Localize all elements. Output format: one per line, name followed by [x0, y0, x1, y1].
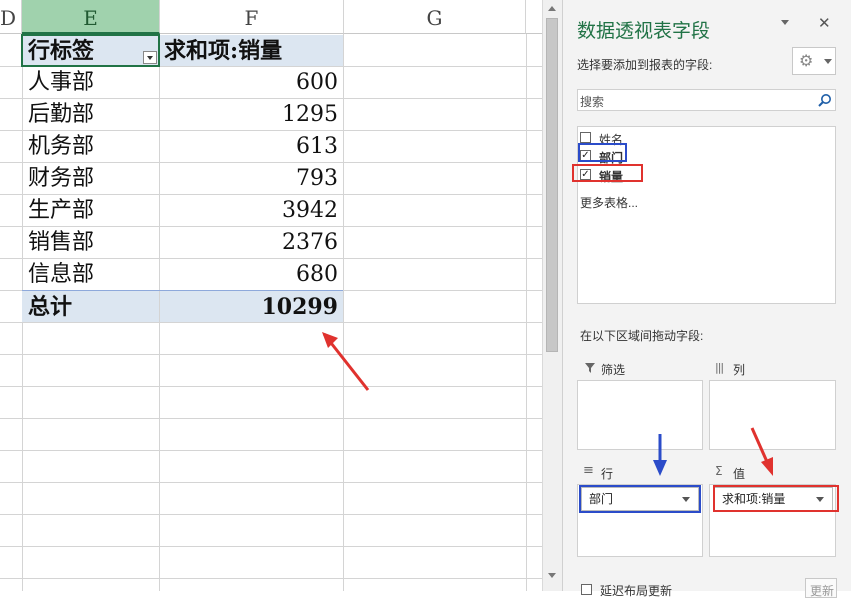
pivot-total-label[interactable]: 总计 — [22, 291, 159, 322]
gridline — [526, 34, 527, 591]
area-label: 行 — [601, 467, 614, 481]
pivot-field-pane: 数据透视表字段 ✕ 选择要添加到报表的字段: ⚙ 搜索 姓名 ✓ 部门 ✓ 销量… — [562, 0, 851, 598]
column-label: D — [0, 6, 17, 30]
pivot-row-label[interactable]: 财务部 — [22, 163, 159, 194]
gear-icon: ⚙ — [799, 51, 814, 70]
column-label: E — [83, 6, 98, 30]
field-search-input[interactable]: 搜索 — [577, 89, 836, 111]
scroll-thumb[interactable] — [546, 18, 558, 352]
search-placeholder: 搜索 — [580, 95, 605, 109]
filter-icon — [585, 363, 595, 373]
scroll-down-icon[interactable] — [548, 573, 556, 578]
drag-fields-label: 在以下区域间拖动字段: — [580, 329, 704, 343]
area-columns-header: ||| 列 — [709, 358, 836, 379]
blue-highlight-box — [578, 143, 627, 162]
area-filter-header: 筛选 — [577, 358, 703, 379]
column-header-g[interactable]: G — [344, 0, 526, 34]
chevron-down-icon — [824, 59, 832, 64]
pivot-row-value[interactable]: 2376 — [160, 227, 343, 258]
pane-options-dropdown-icon[interactable] — [781, 20, 789, 25]
column-label: G — [426, 6, 443, 30]
gridline — [0, 354, 542, 355]
column-header-d[interactable]: D — [0, 0, 22, 34]
red-highlight-box — [713, 485, 839, 512]
pivot-total-value[interactable]: 10299 — [160, 291, 343, 322]
red-arrow-annotation — [750, 427, 773, 476]
pivot-row-value[interactable]: 3942 — [160, 195, 343, 226]
pivot-row-label[interactable]: 后勤部 — [22, 99, 159, 130]
column-label: F — [244, 6, 259, 30]
pivot-row-value[interactable]: 680 — [160, 259, 343, 290]
column-header-next[interactable] — [526, 0, 542, 34]
pivot-row-label[interactable]: 人事部 — [22, 67, 159, 98]
checkbox-unchecked[interactable] — [580, 132, 591, 143]
update-button[interactable]: 更新 — [805, 578, 837, 598]
columns-icon: ||| — [715, 361, 724, 374]
area-label: 值 — [733, 467, 746, 481]
rows-icon: ≡ — [583, 463, 594, 478]
area-label: 筛选 — [601, 363, 626, 377]
pivot-row-value[interactable]: 793 — [160, 163, 343, 194]
pane-title: 数据透视表字段 — [577, 21, 711, 42]
gridline — [0, 578, 542, 579]
search-icon[interactable] — [818, 93, 832, 107]
defer-update-row[interactable]: 延迟布局更新 — [581, 583, 701, 598]
gridline — [0, 418, 542, 419]
pivot-row-label[interactable]: 信息部 — [22, 259, 159, 290]
red-highlight-box — [572, 164, 643, 182]
close-icon[interactable]: ✕ — [818, 14, 831, 32]
gridline — [0, 322, 542, 323]
blue-highlight-box — [579, 485, 701, 513]
active-cell-outline — [21, 34, 160, 67]
gridline — [0, 450, 542, 451]
tools-button[interactable]: ⚙ — [792, 47, 836, 75]
pivot-row-label[interactable]: 销售部 — [22, 227, 159, 258]
gridline — [343, 34, 344, 591]
area-label: 列 — [733, 363, 746, 377]
red-arrow-annotation — [322, 332, 370, 391]
pivot-row-label[interactable]: 机务部 — [22, 131, 159, 162]
pivot-value-header-label: 求和项:销量 — [164, 38, 283, 64]
pivot-row-value[interactable]: 600 — [160, 67, 343, 98]
gridline — [0, 514, 542, 515]
sigma-icon: Σ — [715, 464, 723, 478]
pivot-row-label[interactable]: 生产部 — [22, 195, 159, 226]
scroll-up-icon[interactable] — [548, 6, 556, 11]
pivot-row-value[interactable]: 1295 — [160, 99, 343, 130]
more-tables-link[interactable]: 更多表格... — [580, 194, 638, 211]
gridline — [0, 482, 542, 483]
pivot-row-value[interactable]: 613 — [160, 131, 343, 162]
gridline — [0, 386, 542, 387]
choose-fields-label: 选择要添加到报表的字段: — [577, 58, 713, 72]
gridline — [0, 546, 542, 547]
area-rows-header: ≡ 行 — [577, 462, 703, 483]
area-filter-dropzone[interactable] — [577, 380, 703, 450]
spreadsheet-grid[interactable]: D E F G 行标签 求和项:销量 人事部 600 后勤部 1295 机务部 … — [0, 0, 542, 591]
pivot-value-header-cell[interactable]: 求和项:销量 — [160, 35, 343, 66]
checkbox-unchecked[interactable] — [581, 584, 592, 595]
column-header-e[interactable]: E — [22, 0, 160, 34]
blue-arrow-annotation — [653, 434, 667, 476]
column-header-f[interactable]: F — [160, 0, 344, 34]
vertical-scrollbar[interactable] — [542, 0, 562, 591]
